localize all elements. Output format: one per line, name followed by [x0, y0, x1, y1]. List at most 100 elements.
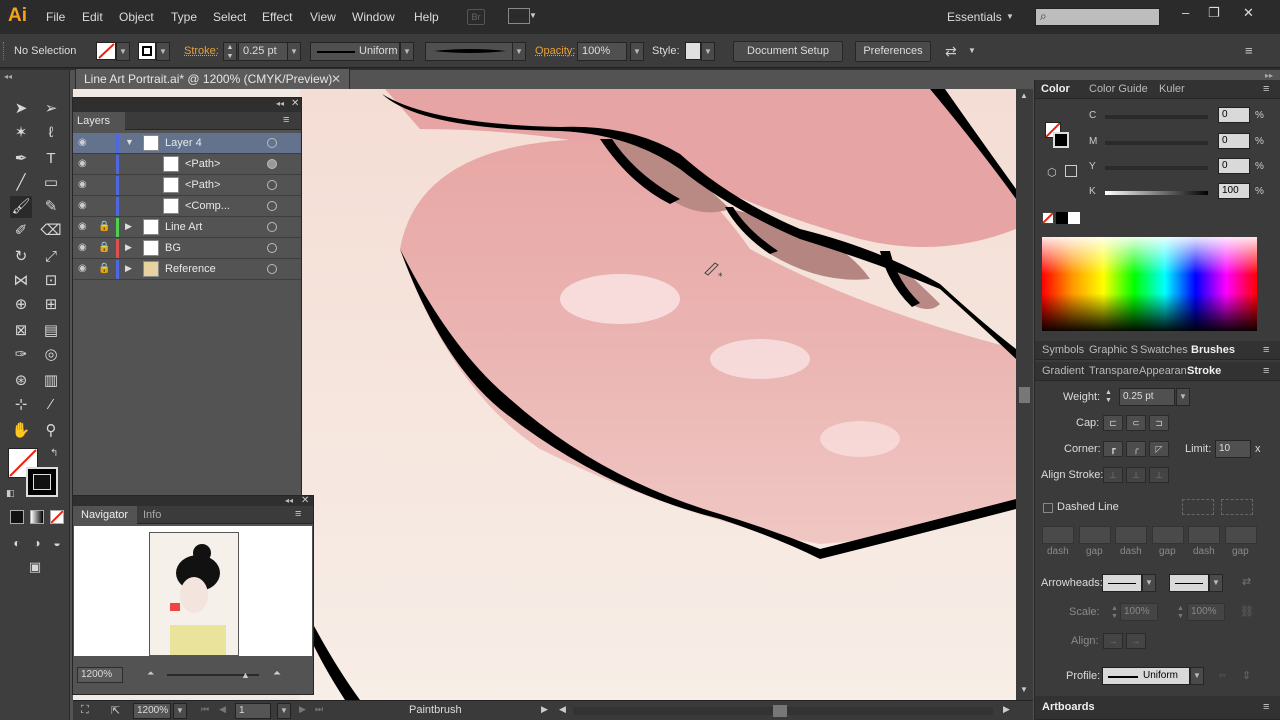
default-fill-stroke-icon[interactable]: ◧ — [6, 488, 15, 499]
variable-width-profile[interactable]: Uniform — [310, 42, 400, 61]
stroke-swatch[interactable] — [138, 42, 156, 60]
collapse-icon[interactable]: ◂◂ — [276, 99, 284, 108]
round-join-icon[interactable]: ╭ — [1126, 441, 1146, 457]
layer-row[interactable]: ◉ 🔒 ▶ Reference — [73, 259, 301, 280]
visibility-eye-icon[interactable]: ◉ — [78, 242, 87, 253]
cyan-slider[interactable] — [1105, 115, 1208, 119]
symbol-sprayer-tool-icon[interactable]: ⊛ — [10, 370, 32, 392]
target-circle-icon[interactable] — [267, 222, 277, 232]
arrow-place-icon[interactable]: → — [1126, 633, 1146, 649]
gap-field[interactable] — [1225, 526, 1257, 544]
collapse-icon[interactable]: ◂◂ — [4, 72, 12, 81]
expand-triangle-icon[interactable]: ▼ — [125, 137, 134, 147]
tab-symbols[interactable]: Symbols — [1042, 341, 1084, 360]
tab-brushes[interactable]: Brushes — [1191, 341, 1235, 360]
arrange-icon[interactable]: ⇄ — [945, 43, 957, 60]
black-slider[interactable] — [1105, 191, 1208, 195]
black-swatch[interactable] — [1056, 212, 1068, 224]
current-tool-status[interactable]: Paintbrush — [409, 704, 462, 716]
status-zoom-dropdown[interactable]: ▼ — [173, 703, 187, 719]
layer-row[interactable]: ◉ 🔒 ▶ Line Art — [73, 217, 301, 238]
menu-file[interactable]: File — [46, 10, 65, 24]
swap-fill-stroke-icon[interactable]: ↰ — [50, 448, 58, 459]
menu-window[interactable]: Window — [352, 10, 395, 24]
scroll-down-icon[interactable]: ▼ — [1020, 685, 1028, 694]
artboard-canvas[interactable]: * — [300, 89, 1016, 700]
yellow-field[interactable]: 0 — [1218, 158, 1250, 174]
close-document-icon[interactable]: ✕ — [331, 69, 341, 89]
menu-effect[interactable]: Effect — [262, 10, 292, 24]
close-button[interactable]: ✕ — [1243, 5, 1254, 21]
fill-dropdown[interactable]: ▼ — [116, 42, 130, 61]
tab-stroke[interactable]: Stroke — [1187, 362, 1221, 381]
scroll-thumb[interactable] — [1019, 387, 1030, 403]
dash-align-icon[interactable] — [1221, 499, 1253, 515]
scale-b-stepper[interactable]: ▲ ▼ — [1177, 605, 1184, 621]
lock-icon[interactable]: 🔒 — [98, 263, 110, 274]
layer-row[interactable]: ◉ 🔒 ▶ BG — [73, 238, 301, 259]
expand-triangle-icon[interactable]: ▶ — [125, 242, 132, 253]
draw-normal-icon[interactable]: ◐ — [6, 532, 28, 554]
draw-inside-icon[interactable]: ◒ — [46, 532, 68, 554]
color-stroke-box[interactable] — [1053, 132, 1069, 148]
stroke-weight-field[interactable]: 0.25 pt — [238, 42, 288, 61]
artboard-navigator-icon[interactable]: ⛶ — [81, 704, 89, 717]
start-arrowhead-dropdown[interactable]: ▼ — [1142, 574, 1156, 592]
panel-menu-icon[interactable]: ≡ — [283, 114, 289, 126]
line-tool-icon[interactable]: ╱ — [10, 172, 32, 194]
lock-icon[interactable]: 🔒 — [98, 221, 110, 232]
dash-preserve-icon[interactable] — [1182, 499, 1214, 515]
pencil-tool-icon[interactable]: ✎ — [40, 196, 62, 218]
gradient-tool-icon[interactable]: ▤ — [40, 320, 62, 342]
control-panel-menu-icon[interactable]: ≡ — [1245, 43, 1253, 58]
none-swatch[interactable] — [1042, 212, 1054, 224]
tab-swatches[interactable]: Swatches — [1140, 341, 1188, 360]
menu-view[interactable]: View — [310, 10, 336, 24]
target-circle-icon[interactable] — [267, 264, 277, 274]
round-cap-icon[interactable]: ⊂ — [1126, 415, 1146, 431]
column-graph-tool-icon[interactable]: ▥ — [40, 370, 62, 392]
magic-wand-tool-icon[interactable]: ✶ — [10, 122, 32, 144]
panel-menu-icon[interactable]: ≡ — [1263, 701, 1269, 713]
fill-swatch[interactable] — [96, 42, 116, 60]
first-artboard-icon[interactable]: ⏮ — [201, 704, 209, 715]
last-artboard-icon[interactable]: ⏭ — [315, 704, 323, 715]
brush-dropdown[interactable]: ▼ — [512, 42, 526, 61]
color-spectrum[interactable] — [1042, 237, 1257, 331]
black-field[interactable]: 100 — [1218, 183, 1250, 199]
close-panel-icon[interactable]: ✕ — [301, 495, 309, 506]
white-swatch[interactable] — [1068, 212, 1080, 224]
tab-kuler[interactable]: Kuler — [1159, 80, 1185, 99]
bridge-button[interactable]: Br — [467, 9, 485, 25]
projecting-cap-icon[interactable]: ⊐ — [1149, 415, 1169, 431]
visibility-eye-icon[interactable]: ◉ — [78, 221, 87, 232]
collapse-icon[interactable]: ▸▸ — [1265, 71, 1273, 80]
status-menu-arrow-icon[interactable]: ▶ — [541, 704, 548, 715]
layer-name[interactable]: Layer 4 — [165, 137, 202, 149]
arrange-documents-icon[interactable] — [508, 8, 530, 24]
artboard-tool-icon[interactable]: ⊹ — [10, 394, 32, 416]
scale-a-stepper[interactable]: ▲ ▼ — [1111, 605, 1118, 621]
target-circle-icon[interactable] — [267, 138, 277, 148]
zoom-tool-icon[interactable]: ⚲ — [40, 420, 62, 442]
navigator-preview[interactable] — [74, 526, 312, 656]
document-setup-button[interactable]: Document Setup — [733, 41, 843, 62]
color-mode-icon[interactable] — [10, 510, 24, 524]
visibility-eye-icon[interactable]: ◉ — [78, 158, 87, 169]
mesh-tool-icon[interactable]: ⊠ — [10, 320, 32, 342]
collapse-icon[interactable]: ◂◂ — [285, 496, 293, 505]
layer-row[interactable]: ◉ <Path> — [73, 175, 301, 196]
dashed-line-checkbox[interactable] — [1043, 503, 1053, 513]
rectangle-tool-icon[interactable]: ▭ — [40, 172, 62, 194]
menu-type[interactable]: Type — [171, 10, 197, 24]
stroke-weight-dropdown[interactable]: ▼ — [287, 42, 301, 61]
stroke-label[interactable]: Stroke: — [184, 45, 219, 57]
tab-artboards[interactable]: Artboards — [1042, 698, 1095, 717]
scroll-up-icon[interactable]: ▲ — [1020, 91, 1028, 100]
draw-behind-icon[interactable]: ◑ — [26, 532, 48, 554]
menu-edit[interactable]: Edit — [82, 10, 103, 24]
direct-selection-tool-icon[interactable]: ➢ — [40, 98, 62, 120]
tab-color[interactable]: Color — [1041, 80, 1070, 99]
layer-name[interactable]: Line Art — [165, 221, 202, 233]
shape-builder-tool-icon[interactable]: ⊕ — [10, 294, 32, 316]
